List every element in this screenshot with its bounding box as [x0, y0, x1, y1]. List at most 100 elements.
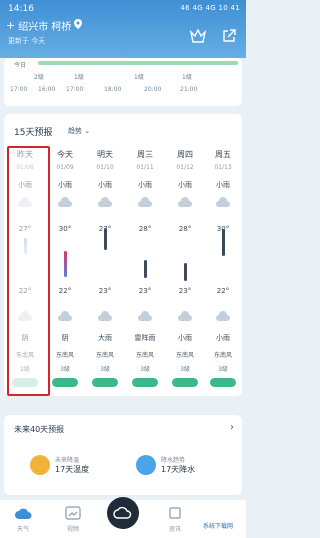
day-high-temp: 28° [178, 225, 192, 233]
forecast40-title: 未来40天预报 [14, 425, 65, 434]
cloud-icon [89, 311, 121, 321]
cloud-icon [129, 311, 161, 321]
day-date: 01/13 [214, 164, 232, 171]
aqi-pill [169, 378, 201, 387]
day-condition: 小雨 [98, 181, 112, 189]
day-condition: 小雨 [58, 181, 72, 189]
day-wind-level: 3级 [180, 366, 190, 373]
nav-label: 视频 [66, 526, 79, 533]
cloud-icon [49, 197, 81, 207]
hourly-wind: 1级 [134, 74, 144, 81]
cloud-icon [169, 311, 201, 321]
forecast40-rain-item[interactable]: 降水趋势 17天降水 [136, 455, 195, 475]
hourly-time: 20:00 [144, 86, 162, 93]
status-indicators: 46 4G 4G 10 41 [180, 4, 240, 12]
nav-label: 资讯 [168, 526, 181, 533]
cloud-icon [136, 311, 154, 321]
aqi-pill [172, 378, 198, 387]
temp-range-bar [207, 229, 239, 256]
temp-range-bar [143, 260, 147, 278]
news-icon [169, 507, 181, 519]
update-text: 更新于 今天 [8, 37, 46, 45]
day-low-temp: 23° [178, 287, 192, 295]
hourly-wind: 1级 [182, 74, 192, 81]
cloud-icon [176, 197, 194, 207]
nav-video[interactable]: 视频 [58, 505, 88, 533]
day-date: 01/09 [56, 164, 74, 171]
day-condition: 小雨 [216, 181, 230, 189]
location-row[interactable]: + 绍兴市 柯桥 [6, 18, 83, 33]
temp-range-bar [49, 251, 81, 277]
forecast-title: 15天预报 [14, 128, 53, 138]
forecast40-item-name: 降水趋势 [161, 457, 186, 464]
hourly-wind: 2级 [34, 74, 44, 81]
cloud-icon [96, 197, 114, 207]
aqi-pill [132, 378, 158, 387]
day-low-temp: 23° [138, 287, 152, 295]
cloud-icon [56, 197, 74, 207]
cloud-icon [214, 311, 232, 321]
nav-label: 天气 [16, 526, 29, 533]
day-condition: 小雨 [138, 181, 152, 189]
forecast40-item-value: 17天温度 [55, 465, 90, 474]
day-date: 01/12 [176, 164, 194, 171]
day-name: 周四 [177, 150, 193, 159]
day-high-temp: 28° [138, 225, 152, 233]
aqi-pill [49, 378, 81, 387]
aqi-pill [52, 378, 78, 387]
chevron-right-icon[interactable]: › [230, 422, 234, 433]
temp-range-bar [129, 260, 161, 278]
aqi-pill [89, 378, 121, 387]
day-date: 01/11 [136, 164, 154, 171]
day-wind-level: 3级 [60, 366, 70, 373]
day-wind: 东南风 [55, 352, 74, 359]
aqi-pill [129, 378, 161, 387]
chevron-down-icon: ⌄ [84, 127, 91, 135]
hourly-time: 16:00 [38, 86, 56, 93]
hourly-label: 今日 [14, 62, 27, 69]
forecast40-temp-item[interactable]: 未来降温 17天温度 [30, 455, 89, 475]
cloud-icon [96, 311, 114, 321]
location-name: 绍兴市 柯桥 [18, 22, 72, 33]
day-wind-level: 3级 [140, 366, 150, 373]
nav-news[interactable]: 资讯 [160, 505, 190, 533]
day-night-condition: 小雨 [216, 334, 230, 342]
temperature-icon [30, 455, 50, 475]
day-wind: 东南风 [175, 352, 194, 359]
day-wind-level: 3级 [218, 366, 228, 373]
day-name: 今天 [57, 150, 73, 159]
share-icon[interactable] [222, 28, 240, 46]
cloud-icon [214, 197, 232, 207]
forecast40-item-value: 17天降水 [161, 465, 196, 474]
day-name: 周三 [137, 150, 153, 159]
cloud-icon [207, 197, 239, 207]
cloud-icon [15, 508, 32, 519]
watermark: 系统下载网 [203, 523, 234, 530]
video-icon [65, 506, 81, 520]
day-night-condition: 雷阵雨 [134, 334, 156, 342]
hourly-time: 21:00 [180, 86, 198, 93]
cloud-icon [89, 197, 121, 207]
forecast-mode-toggle[interactable]: 趋势 ⌄ [68, 126, 90, 136]
crown-icon[interactable] [189, 28, 208, 46]
cloud-icon [129, 197, 161, 207]
hourly-time: 17:00 [10, 86, 28, 93]
temp-range-bar [63, 251, 67, 277]
cloud-icon [176, 311, 194, 321]
forecast40-item-name: 未来降温 [55, 457, 80, 464]
day-night-condition: 大雨 [98, 334, 112, 342]
cloud-icon [136, 197, 154, 207]
rain-icon [136, 455, 156, 475]
aqi-pill [207, 378, 239, 387]
day-wind-level: 3级 [100, 366, 110, 373]
nav-center-button[interactable] [107, 497, 139, 529]
day-name: 明天 [97, 150, 113, 159]
hourly-wind: 1级 [74, 74, 84, 81]
day-wind: 东南风 [213, 352, 232, 359]
day-high-temp: 30° [58, 225, 72, 233]
add-city-icon[interactable]: + [6, 19, 15, 32]
selected-day-highlight [7, 146, 50, 396]
day-night-condition: 阴 [61, 334, 69, 342]
nav-weather[interactable]: 天气 [8, 505, 38, 533]
cloud-icon [169, 197, 201, 207]
